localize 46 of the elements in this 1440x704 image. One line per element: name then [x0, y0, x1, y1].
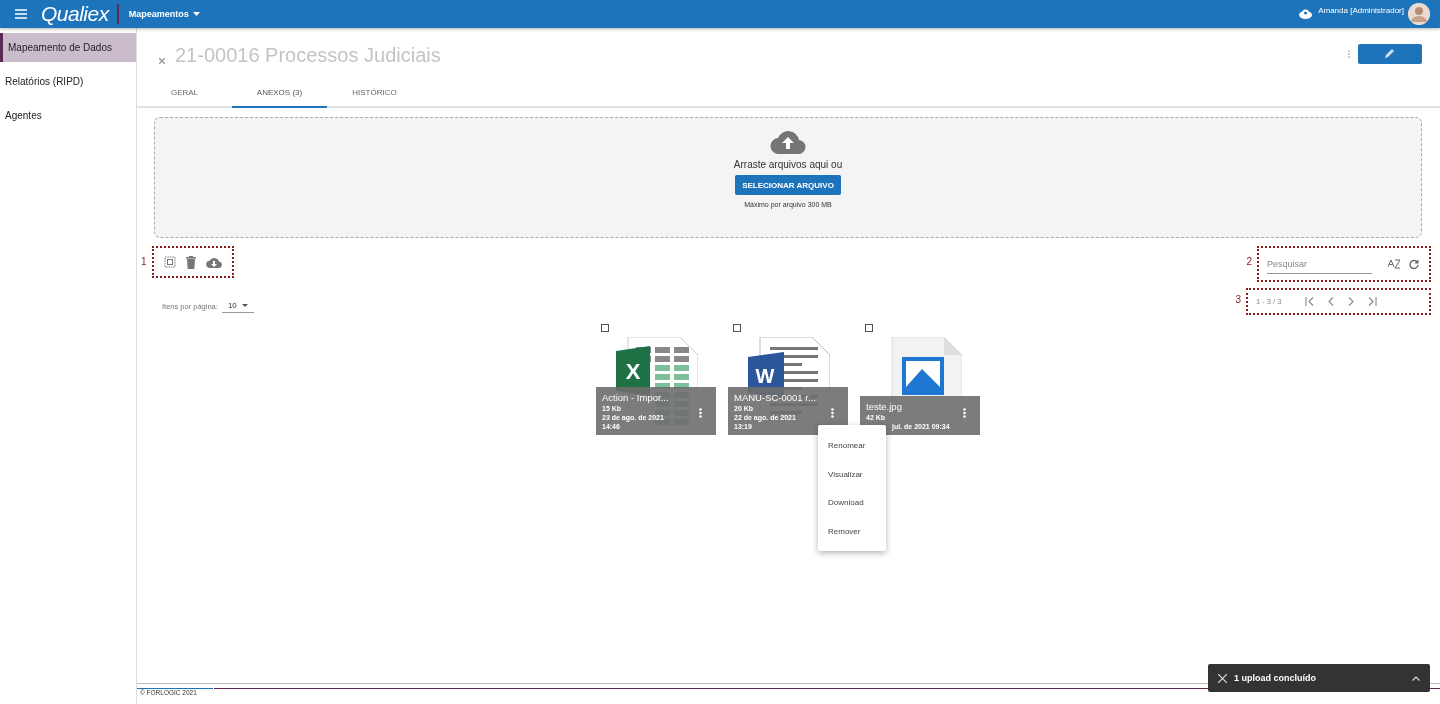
- more-icon[interactable]: [831, 408, 834, 418]
- sidebar-item[interactable]: Agentes: [0, 101, 136, 130]
- cloud-download-icon[interactable]: [205, 256, 222, 268]
- last-page-icon[interactable]: [1368, 297, 1378, 306]
- pencil-icon[interactable]: [1384, 49, 1396, 59]
- menu-icon[interactable]: [15, 9, 27, 19]
- cloud-upload-icon: [770, 130, 806, 154]
- record-title: 21-00016 Processos Judiciais: [175, 44, 441, 67]
- search-field[interactable]: Pesquisar: [1267, 254, 1372, 274]
- file-name: teste.jpg: [866, 400, 903, 413]
- checkbox[interactable]: [865, 324, 873, 332]
- more-icon[interactable]: [699, 408, 702, 418]
- annotation-number: 1: [141, 256, 147, 267]
- toast-message: 1 upload concluído: [1234, 673, 1317, 683]
- avatar[interactable]: [1408, 3, 1430, 25]
- menu-item[interactable]: Renomear: [818, 431, 886, 460]
- select-file-button[interactable]: SELECIONAR ARQUIVO: [735, 175, 841, 195]
- tab[interactable]: ANEXOS (3): [232, 80, 327, 108]
- checkbox[interactable]: [601, 324, 609, 332]
- tab[interactable]: HISTÓRICO: [327, 80, 422, 108]
- expand-icon[interactable]: [1412, 675, 1420, 681]
- caret-icon[interactable]: [241, 304, 248, 307]
- menu-item[interactable]: Visualizar: [818, 459, 886, 489]
- page-size-select[interactable]: 10: [221, 300, 254, 313]
- annotation-number: 3: [1235, 294, 1241, 305]
- more-icon[interactable]: [963, 408, 966, 418]
- drop-prompt: Arraste arquivos aqui ou: [733, 159, 843, 170]
- tab[interactable]: GERAL: [137, 80, 232, 108]
- menu-item[interactable]: Remover: [818, 516, 886, 546]
- trash-icon[interactable]: [185, 255, 196, 269]
- module-dropdown[interactable]: Mapeamentos: [128, 9, 200, 19]
- user-name: Amanda [Administrador]: [1318, 5, 1404, 15]
- logo: Qualiex: [41, 1, 109, 27]
- next-page-icon[interactable]: [1348, 297, 1355, 306]
- previous-page-icon[interactable]: [1328, 297, 1335, 306]
- sort-icon[interactable]: [1388, 258, 1401, 270]
- checkbox[interactable]: [733, 324, 741, 332]
- sidebar-item[interactable]: Mapeamento de Dados: [0, 33, 136, 62]
- caret-icon[interactable]: [192, 12, 200, 16]
- menu-item[interactable]: Download: [818, 488, 886, 517]
- sidebar-item[interactable]: Relatórios (RIPD): [0, 67, 136, 96]
- annotation-number: 2: [1246, 256, 1252, 267]
- refresh-icon[interactable]: [1409, 259, 1419, 269]
- select-all-icon[interactable]: [163, 256, 176, 268]
- first-page-icon[interactable]: [1305, 297, 1315, 306]
- cloud-icon[interactable]: [1299, 9, 1313, 19]
